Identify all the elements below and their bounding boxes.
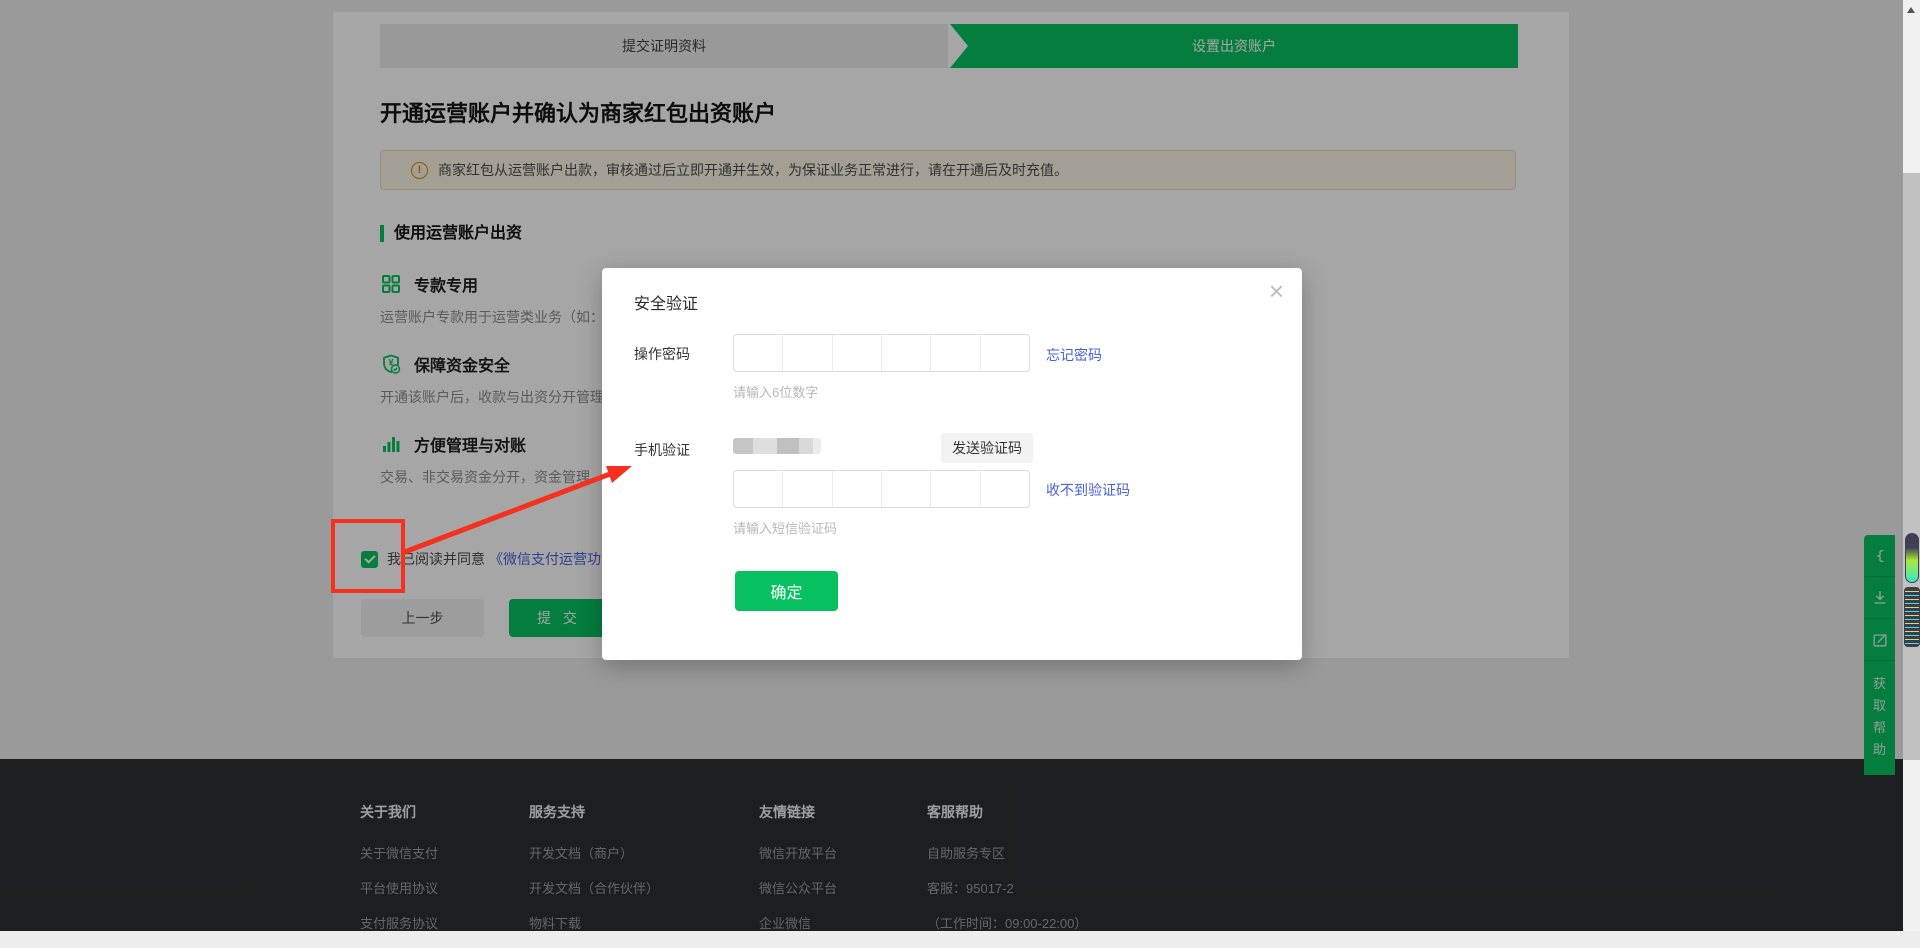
code-digit-cell[interactable] [782, 335, 831, 371]
code-digit-cell[interactable] [980, 335, 1029, 371]
scrollbar-marker-striped [1904, 587, 1920, 647]
code-digit-cell[interactable] [980, 471, 1029, 507]
modal-title: 安全验证 [634, 290, 698, 314]
close-icon[interactable]: × [1269, 278, 1284, 304]
browser-scrollbar[interactable] [1903, 0, 1920, 931]
sms-label: 手机验证 [634, 440, 690, 460]
scrollbar-thumb[interactable] [1903, 173, 1920, 760]
code-digit-cell[interactable] [832, 335, 881, 371]
code-digit-cell[interactable] [930, 335, 979, 371]
password-label: 操作密码 [634, 344, 690, 364]
code-digit-cell[interactable] [832, 471, 881, 507]
confirm-button[interactable]: 确定 [735, 571, 838, 611]
scroll-up-icon[interactable] [1907, 7, 1915, 13]
no-code-link[interactable]: 收不到验证码 [1046, 480, 1130, 500]
sms-hint: 请输入短信验证码 [733, 518, 837, 537]
code-digit-cell[interactable] [734, 335, 782, 371]
annotation-highlight-rect [331, 519, 405, 593]
code-digit-cell[interactable] [782, 471, 831, 507]
code-digit-cell[interactable] [734, 471, 782, 507]
code-digit-cell[interactable] [881, 471, 930, 507]
password-hint: 请输入6位数字 [733, 382, 818, 401]
security-verification-modal: 安全验证 × 操作密码 忘记密码 请输入6位数字 手机验证 发送验证码 收不到验… [602, 268, 1302, 660]
password-code-input[interactable] [733, 334, 1030, 372]
scrollbar-marker-gradient [1905, 533, 1919, 583]
send-code-button[interactable]: 发送验证码 [941, 433, 1033, 463]
sms-code-input[interactable] [733, 470, 1030, 508]
masked-phone-number [733, 438, 821, 454]
forgot-password-link[interactable]: 忘记密码 [1046, 345, 1102, 365]
code-digit-cell[interactable] [930, 471, 979, 507]
code-digit-cell[interactable] [881, 335, 930, 371]
